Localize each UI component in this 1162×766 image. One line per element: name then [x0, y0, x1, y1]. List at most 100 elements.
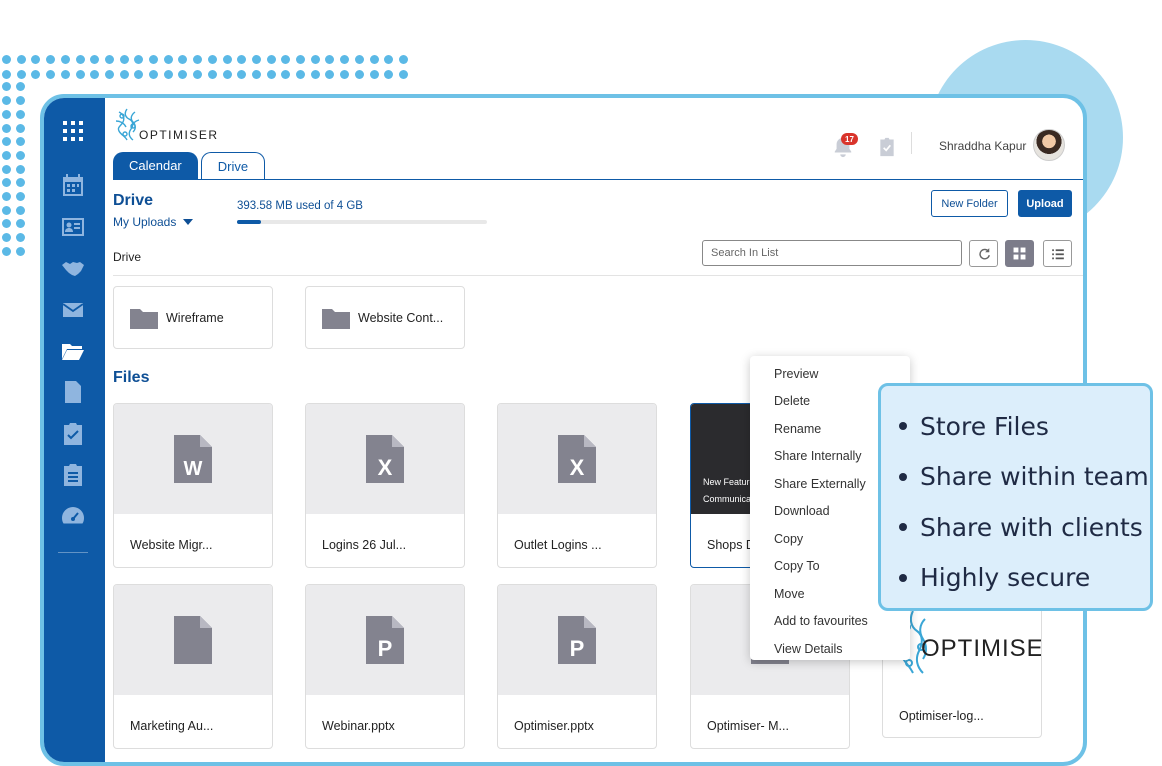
decorative-dot: [207, 55, 217, 64]
decorative-dot: [16, 55, 26, 64]
decorative-dot: [207, 70, 217, 79]
file-name: Optimiser.pptx: [514, 719, 594, 733]
file-card[interactable]: P Optimiser.pptx: [497, 584, 657, 749]
decorative-dot: [2, 70, 11, 79]
contact-card-icon[interactable]: [59, 214, 87, 240]
decorative-dot: [16, 219, 25, 229]
folder-name: Wireframe: [166, 310, 224, 325]
decorative-dot: [149, 55, 158, 64]
file-card[interactable]: X Outlet Logins ...: [497, 403, 657, 568]
page-title: Drive: [113, 192, 154, 209]
file-thumbnail: X: [306, 404, 464, 514]
decorative-dot: [16, 178, 25, 188]
refresh-icon: [978, 247, 990, 259]
new-folder-button[interactable]: New Folder: [931, 190, 1008, 217]
folder-card[interactable]: Wireframe: [113, 286, 273, 349]
folder-name: Website Cont...: [358, 310, 444, 325]
file-name: Marketing Au...: [130, 719, 214, 733]
decorative-dot: [16, 150, 25, 160]
decorative-dot: [104, 70, 114, 79]
file-name: Optimiser- M...: [707, 719, 789, 733]
view-selector-dropdown[interactable]: My Uploads: [113, 215, 194, 229]
decorative-dot: [2, 82, 11, 92]
file-card[interactable]: P Webinar.pptx: [305, 584, 465, 749]
tab-drive[interactable]: Drive: [200, 152, 266, 179]
decorative-dot: [119, 70, 129, 79]
decorative-dot: [193, 55, 203, 64]
decorative-dot: [340, 55, 350, 64]
decorative-dot: [31, 70, 41, 79]
feature-item: Share within team: [881, 452, 1150, 503]
decorative-dot: [384, 70, 394, 79]
file-type-letter: P: [570, 636, 585, 661]
decorative-dot: [2, 137, 11, 147]
list-view-icon: [1051, 248, 1064, 259]
sidebar: [44, 98, 105, 762]
decorative-dot: [2, 55, 11, 64]
decorative-dot: [384, 55, 394, 64]
file-thumbnail: X: [498, 404, 656, 514]
task-clipboard-icon[interactable]: [877, 136, 897, 158]
decorative-dot: [16, 164, 25, 174]
list-view-button[interactable]: [1043, 240, 1072, 267]
folder-card[interactable]: Website Cont...: [305, 286, 465, 349]
document-icon[interactable]: [59, 379, 87, 405]
menu-item-add-to-favourites[interactable]: Add to favourites: [750, 608, 910, 636]
feature-text: Share within team: [920, 462, 1149, 492]
file-thumbnail: P: [306, 585, 464, 695]
handshake-icon[interactable]: [59, 256, 87, 282]
tab-calendar[interactable]: Calendar: [113, 152, 198, 179]
dashboard-gauge-icon[interactable]: [59, 503, 87, 529]
search-input[interactable]: [702, 240, 962, 266]
calendar-icon[interactable]: [59, 172, 87, 198]
upload-button[interactable]: Upload: [1018, 190, 1072, 217]
file-card[interactable]: X Logins 26 Jul...: [305, 403, 465, 568]
decorative-dot: [90, 70, 100, 79]
powerpoint-document-icon: P: [558, 616, 596, 664]
decorative-dot: [16, 233, 25, 243]
mail-icon[interactable]: [59, 297, 87, 323]
decorative-dot: [2, 109, 11, 119]
folder-open-icon[interactable]: [59, 338, 87, 364]
view-selector-label: My Uploads: [113, 215, 177, 229]
feature-item: Highly secure: [881, 553, 1150, 604]
decorative-dot: [16, 96, 25, 106]
decorative-dot: [310, 55, 320, 64]
decorative-dot: [296, 70, 305, 79]
clipboard-icon[interactable]: [59, 462, 87, 488]
grid-view-button[interactable]: [1005, 240, 1034, 267]
file-name: Optimiser-log...: [899, 709, 984, 723]
optimiser-logo: OPTIMISER: [113, 106, 217, 150]
decorative-dot: [46, 55, 56, 64]
bullet-icon: [899, 472, 907, 481]
task-check-icon[interactable]: [59, 421, 87, 447]
decorative-dot: [31, 55, 41, 64]
refresh-button[interactable]: [969, 240, 998, 267]
decorative-dot: [119, 55, 129, 64]
decorative-dot: [369, 55, 379, 64]
user-name[interactable]: Shraddha Kapur: [939, 139, 1026, 153]
decorative-dot: [16, 192, 25, 201]
file-card[interactable]: Marketing Au...: [113, 584, 273, 749]
decorative-dot: [2, 178, 11, 188]
decorative-dot: [16, 246, 25, 256]
module-tabs: Calendar Drive: [113, 152, 268, 179]
decorative-dot: [16, 82, 25, 92]
decorative-dot: [354, 55, 364, 64]
decorative-dot: [354, 70, 364, 79]
feature-text: Store Files: [920, 411, 1049, 441]
menu-item-view-details[interactable]: View Details: [750, 635, 910, 663]
decorative-dot: [16, 205, 25, 215]
file-card[interactable]: W Website Migr...: [113, 403, 273, 568]
user-avatar[interactable]: [1033, 129, 1065, 161]
feature-item: Share with clients: [881, 502, 1150, 553]
apps-grid-icon[interactable]: [59, 118, 87, 144]
storage-usage-text: 393.58 MB used of 4 GB: [237, 200, 363, 212]
breadcrumb[interactable]: Drive: [113, 250, 141, 264]
decorative-dot: [325, 55, 335, 64]
decorative-dot: [2, 233, 11, 243]
file-name: Webinar.pptx: [322, 719, 395, 733]
toolbar-divider: [113, 275, 1083, 276]
grid-view-icon: [1013, 247, 1026, 260]
feature-text: Highly secure: [920, 563, 1091, 593]
